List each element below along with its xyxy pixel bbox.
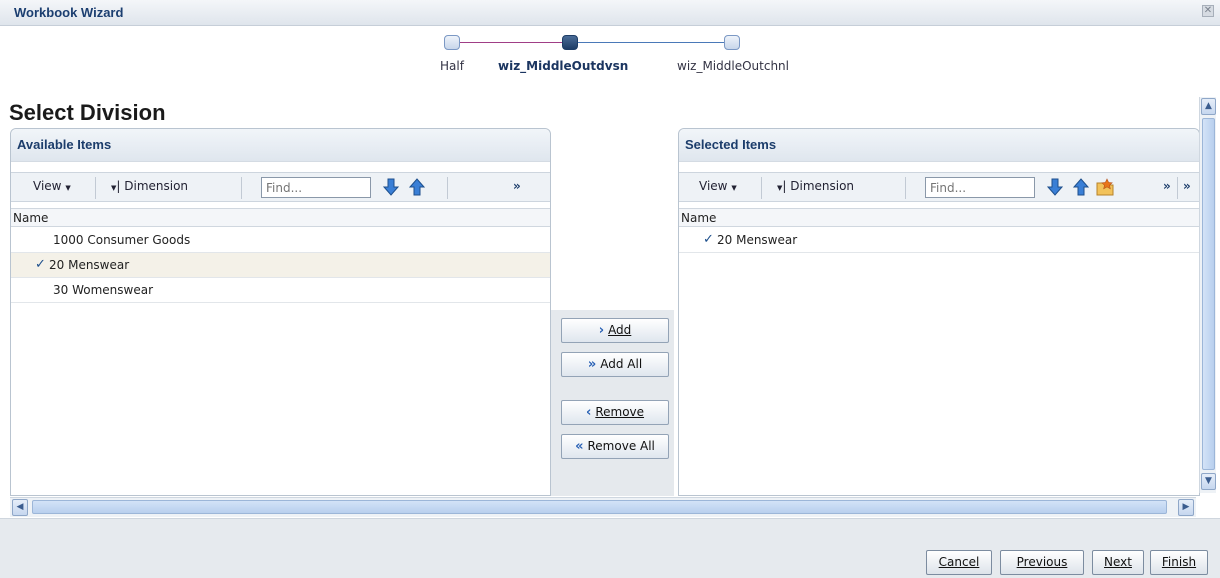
view-label: View: [699, 179, 728, 193]
overflow-icon[interactable]: »: [1163, 179, 1171, 193]
selected-name-header[interactable]: Name: [679, 208, 1199, 227]
chevron-down-icon: ▼: [731, 184, 737, 192]
selected-list: ✓ 20 Menswear: [679, 228, 1199, 495]
move-up-icon[interactable]: [407, 177, 427, 197]
train-step-half-icon[interactable]: [444, 35, 460, 50]
view-label: View: [33, 179, 62, 193]
remove-button[interactable]: ‹ Remove: [561, 400, 669, 425]
list-item-label: 1000 Consumer Goods: [53, 233, 191, 247]
overflow-icon-2[interactable]: »: [1183, 179, 1191, 193]
title-bar: Workbook Wizard ✕: [0, 0, 1220, 26]
available-items-panel: Available Items View ▼ ▼| Dimension » Na…: [10, 128, 551, 496]
divider: [95, 177, 96, 199]
previous-button[interactable]: Previous: [1000, 550, 1084, 575]
add-all-label: Add All: [600, 357, 643, 371]
move-down-icon[interactable]: [1045, 177, 1065, 197]
double-chevron-left-icon: «: [575, 439, 584, 454]
move-up-icon[interactable]: [1071, 177, 1091, 197]
remove-all-label: Remove All: [587, 439, 655, 453]
available-view-menu[interactable]: View ▼: [33, 179, 71, 193]
page-title: Select Division: [9, 100, 166, 125]
available-find-input[interactable]: [261, 177, 371, 198]
scroll-right-icon[interactable]: ▶: [1178, 499, 1194, 516]
selected-find-input[interactable]: [925, 177, 1035, 198]
shuttle-area: › Add » Add All ‹ Remove «Remove All: [551, 310, 674, 496]
vertical-scrollbar[interactable]: ▲ ▼: [1199, 97, 1216, 493]
divider: [1177, 177, 1178, 199]
divider: [905, 177, 906, 199]
list-item[interactable]: 30 Womenswear: [11, 278, 550, 303]
dimension-label: Dimension: [124, 179, 189, 193]
chevron-right-icon: ›: [598, 323, 605, 338]
double-chevron-right-icon: »: [587, 357, 597, 372]
finish-button[interactable]: Finish: [1150, 550, 1208, 575]
chevron-down-icon: ▼: [111, 184, 117, 192]
scroll-left-icon[interactable]: ◀: [12, 499, 28, 516]
list-item[interactable]: 1000 Consumer Goods: [11, 228, 550, 253]
list-item-label: 30 Womenswear: [53, 283, 154, 297]
selected-toolbar: View ▼ ▼| Dimension » »: [679, 172, 1199, 202]
finish-label: Finish: [1161, 555, 1197, 569]
train-step-current-icon: [562, 35, 578, 50]
available-items-title: Available Items: [11, 129, 550, 162]
cancel-button[interactable]: Cancel: [926, 550, 992, 575]
remove-all-button[interactable]: «Remove All: [561, 434, 669, 459]
scroll-down-icon[interactable]: ▼: [1201, 473, 1216, 490]
list-item-label: 20 Menswear: [717, 233, 798, 247]
train-step-middleoutchnl-label[interactable]: wiz_MiddleOutchnl: [677, 59, 789, 73]
train-step-half-label[interactable]: Half: [440, 59, 464, 73]
wizard-footer: Cancel Previous Next Finish: [0, 518, 1220, 578]
vertical-scroll-thumb[interactable]: [1202, 118, 1215, 470]
horizontal-scrollbar[interactable]: ◀ ▶: [10, 497, 1196, 517]
folder-star-icon[interactable]: [1095, 177, 1115, 197]
available-dimension-menu[interactable]: ▼| Dimension: [111, 179, 188, 193]
scroll-up-icon[interactable]: ▲: [1201, 98, 1216, 115]
move-down-icon[interactable]: [381, 177, 401, 197]
list-item[interactable]: ✓ 20 Menswear: [679, 228, 1199, 253]
dimension-label: Dimension: [790, 179, 855, 193]
add-all-button[interactable]: » Add All: [561, 352, 669, 377]
divider: [761, 177, 762, 199]
next-button[interactable]: Next: [1092, 550, 1144, 575]
list-item-label: 20 Menswear: [49, 258, 130, 272]
check-icon: ✓: [703, 232, 714, 247]
train-step-current-label: wiz_MiddleOutdvsn: [498, 59, 629, 73]
selected-view-menu[interactable]: View ▼: [699, 179, 737, 193]
train-connector-past: [460, 42, 568, 43]
check-icon: ✓: [35, 257, 46, 272]
available-list: 1000 Consumer Goods ✓ 20 Menswear 30 Wom…: [11, 228, 550, 495]
available-name-header[interactable]: Name: [11, 208, 550, 227]
close-icon[interactable]: ✕: [1202, 5, 1214, 17]
divider: [241, 177, 242, 199]
selected-items-title: Selected Items: [679, 129, 1199, 162]
add-button[interactable]: › Add: [561, 318, 669, 343]
chevron-left-icon: ‹: [585, 405, 592, 420]
selected-items-panel: Selected Items View ▼ ▼| Dimension » » N…: [678, 128, 1200, 496]
train-connector-future: [578, 42, 732, 43]
add-label: Add: [608, 323, 632, 337]
train-step-middleoutchnl-icon[interactable]: [724, 35, 740, 50]
cancel-label: Cancel: [938, 555, 980, 569]
remove-label: Remove: [595, 405, 645, 419]
chevron-down-icon: ▼: [65, 184, 71, 192]
available-toolbar: View ▼ ▼| Dimension »: [11, 172, 550, 202]
window-title: Workbook Wizard: [14, 5, 124, 20]
selected-dimension-menu[interactable]: ▼| Dimension: [777, 179, 854, 193]
overflow-icon[interactable]: »: [513, 179, 521, 193]
chevron-down-icon: ▼: [777, 184, 783, 192]
horizontal-scroll-thumb[interactable]: [32, 500, 1167, 514]
divider: [447, 177, 448, 199]
next-label: Next: [1104, 555, 1132, 569]
previous-label: Previous: [1016, 555, 1068, 569]
list-item[interactable]: ✓ 20 Menswear: [11, 253, 550, 278]
wizard-train: Half wiz_MiddleOutdvsn wiz_MiddleOutchnl: [0, 30, 1220, 82]
